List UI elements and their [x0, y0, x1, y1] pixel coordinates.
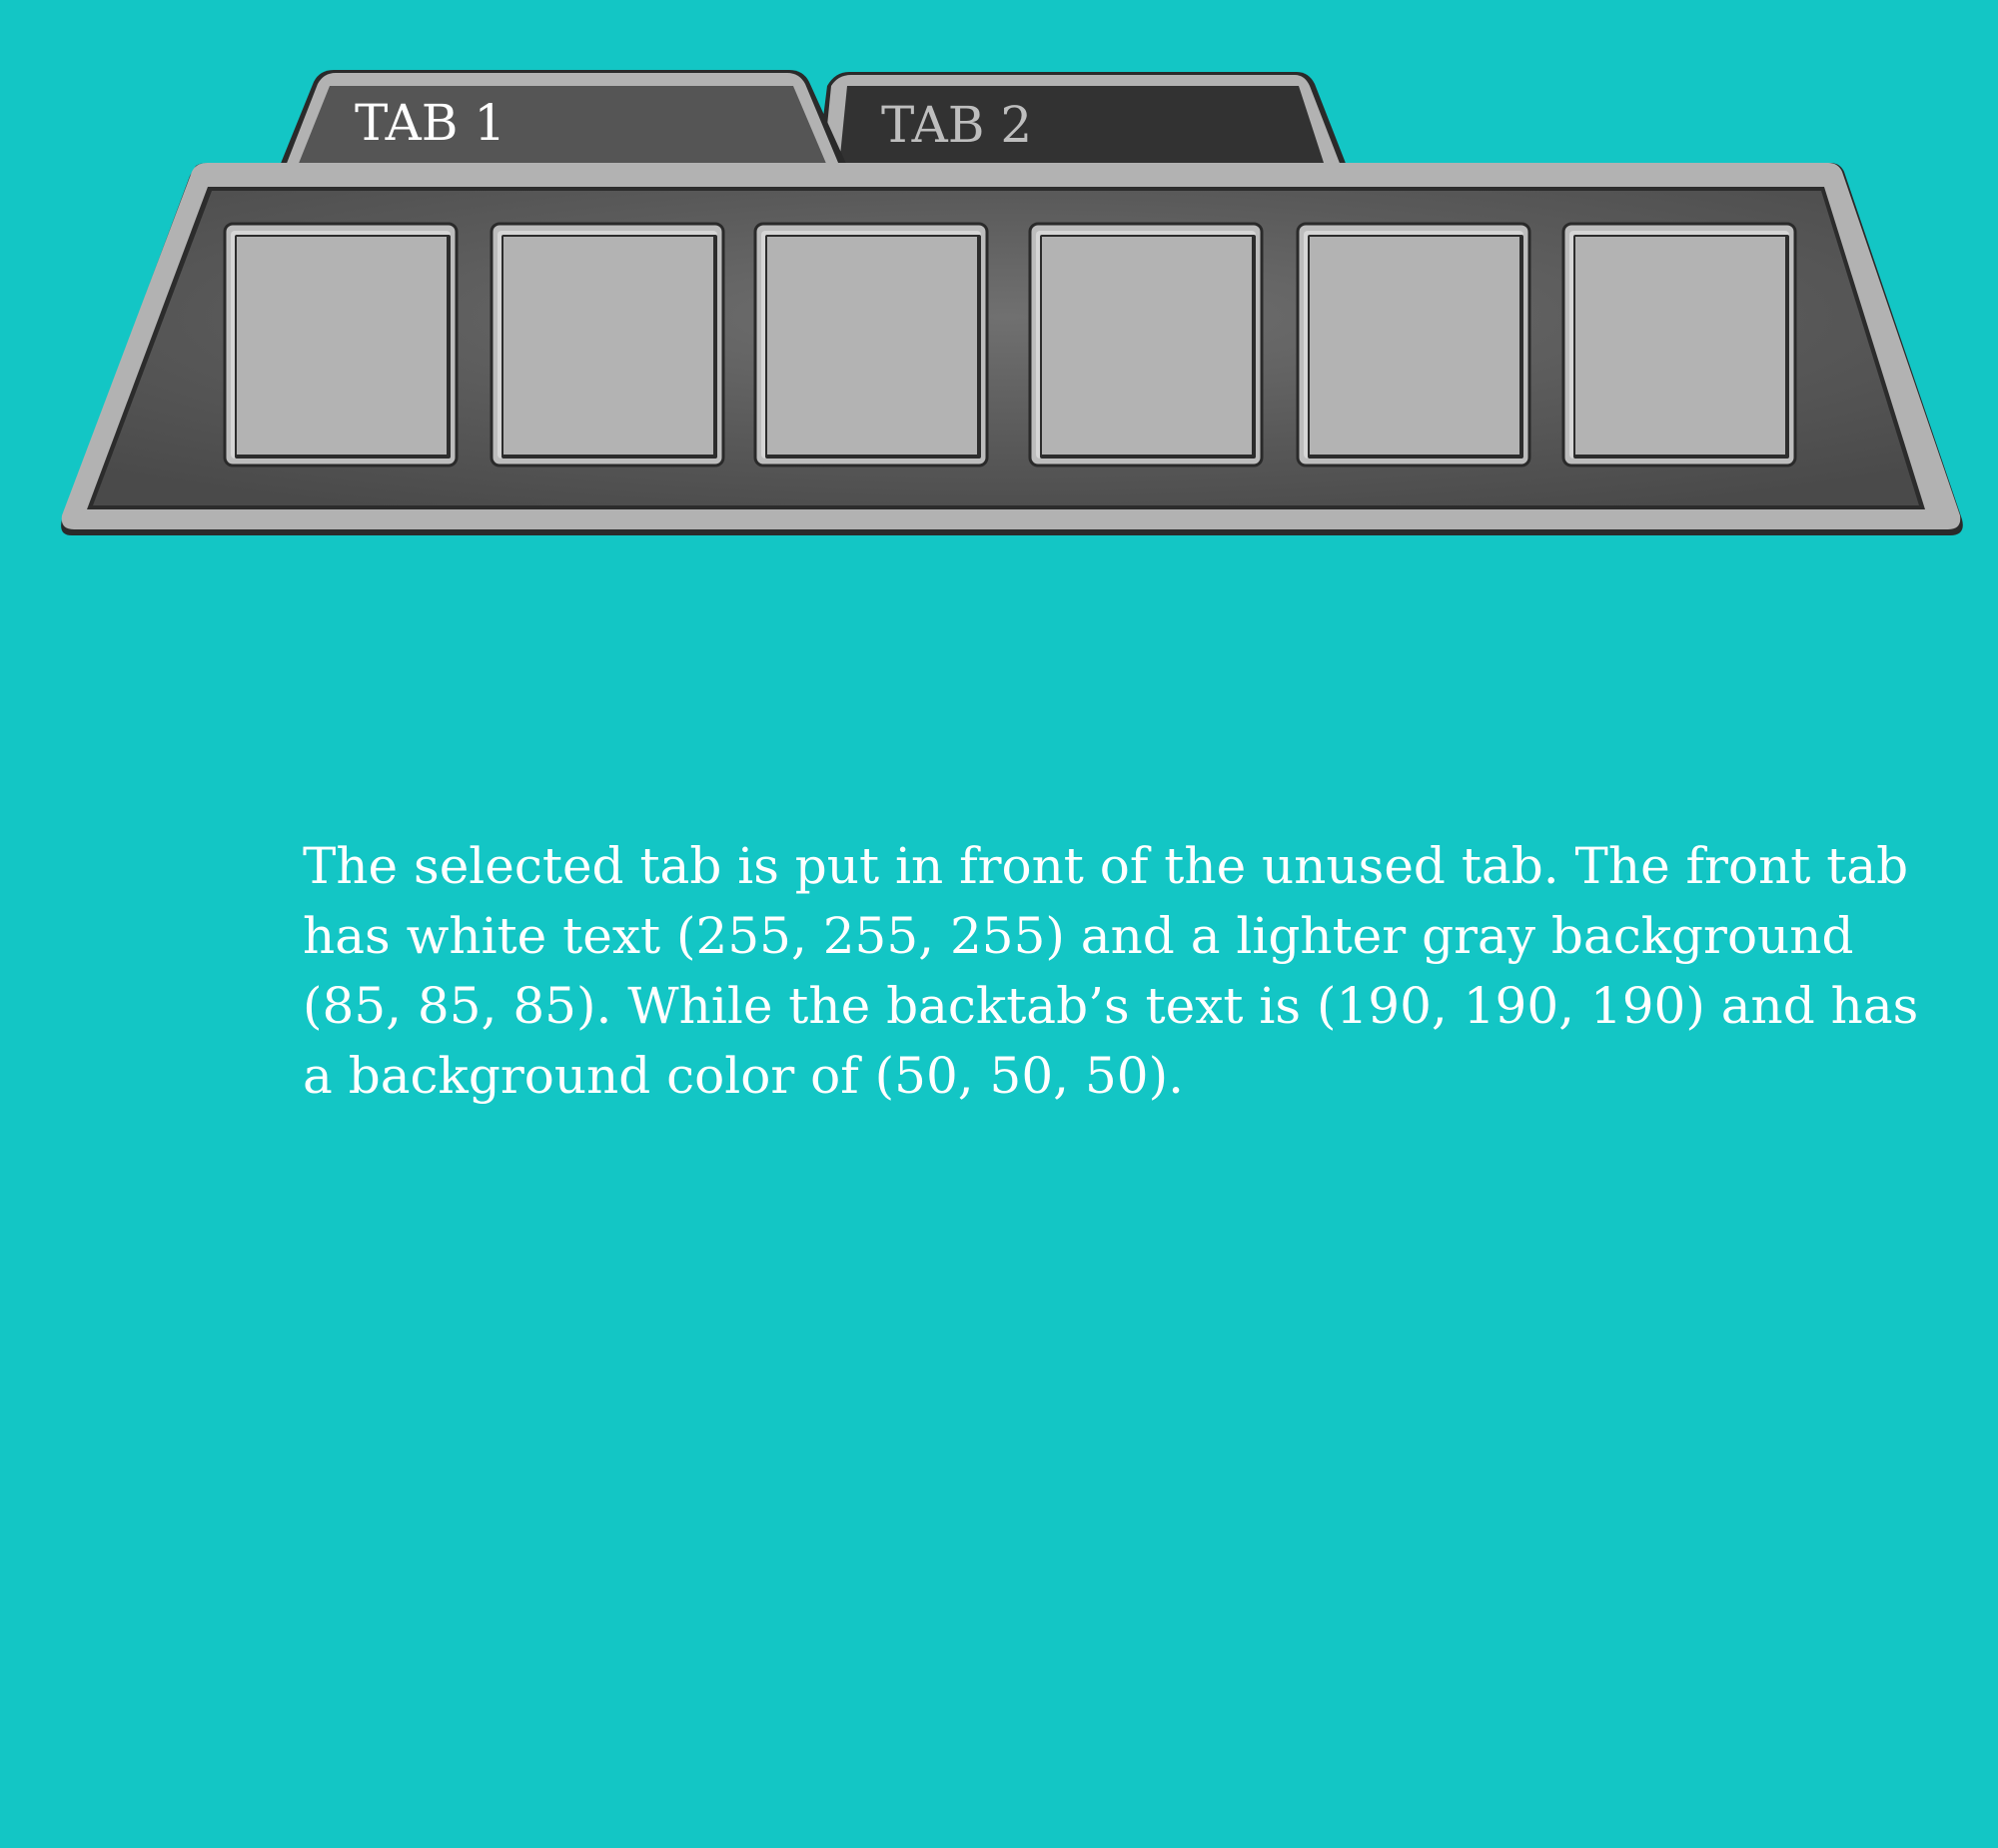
inventory-slot[interactable]	[1296, 222, 1531, 467]
description-line: The selected tab is put in front of the …	[303, 837, 1909, 895]
tab-2-label: TAB 2	[881, 96, 1032, 154]
slot-face	[237, 237, 447, 455]
inventory-slot[interactable]	[753, 222, 989, 467]
slot-face	[1042, 237, 1252, 455]
inventory-slot[interactable]	[1028, 222, 1264, 467]
tab-panel-mockup: TAB 2 TAB 1	[61, 70, 1963, 535]
description-line: has white text (255, 255, 255) and a lig…	[303, 907, 1854, 965]
description-line: (85, 85, 85). While the backtab’s text i…	[303, 977, 1919, 1035]
inventory-slot[interactable]	[490, 222, 725, 467]
tab-2[interactable]: TAB 2	[817, 72, 1347, 166]
inventory-slot[interactable]	[1561, 222, 1797, 467]
tab-1-label: TAB 1	[355, 94, 505, 152]
slot-face	[503, 237, 713, 455]
slot-face	[767, 237, 977, 455]
description-line: a background color of (50, 50, 50).	[303, 1047, 1184, 1105]
tab-1[interactable]: TAB 1	[280, 70, 847, 170]
slot-face	[1575, 237, 1785, 455]
description-text: The selected tab is put in front of the …	[303, 831, 1919, 1111]
slot-face	[1310, 237, 1519, 455]
inventory-slot[interactable]	[223, 222, 459, 467]
